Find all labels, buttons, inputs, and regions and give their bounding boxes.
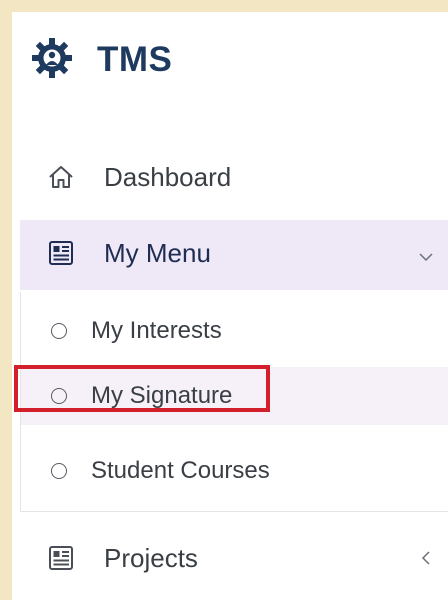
brand-header[interactable]: TMS	[12, 12, 448, 98]
sidebar-item-my-menu[interactable]: My Menu	[20, 220, 448, 290]
sidebar-item-dashboard[interactable]: Dashboard	[20, 142, 448, 212]
home-icon	[49, 166, 73, 188]
chevron-left-icon[interactable]	[418, 550, 434, 566]
newspaper-icon	[49, 241, 73, 265]
gear-logo-icon	[32, 38, 72, 78]
circle-icon	[51, 463, 67, 479]
newspaper-icon	[49, 546, 73, 570]
highlight-box	[14, 365, 270, 412]
circle-icon	[51, 323, 67, 339]
submenu-item-student-courses[interactable]: Student Courses	[21, 442, 448, 500]
submenu-item-my-interests[interactable]: My Interests	[21, 302, 448, 360]
sidebar-item-projects[interactable]: Projects	[20, 522, 448, 594]
sidebar-item-label: My Menu	[104, 238, 211, 268]
sidebar-item-label: Projects	[104, 543, 198, 573]
sidebar-item-label: Dashboard	[104, 162, 232, 192]
sidebar-panel: TMS Dashboard My Menu My Interests My Si…	[12, 12, 448, 600]
brand-title: TMS	[97, 40, 173, 79]
chevron-down-icon[interactable]	[418, 249, 434, 265]
submenu-item-label: Student Courses	[91, 457, 270, 484]
submenu-item-label: My Interests	[91, 317, 222, 344]
